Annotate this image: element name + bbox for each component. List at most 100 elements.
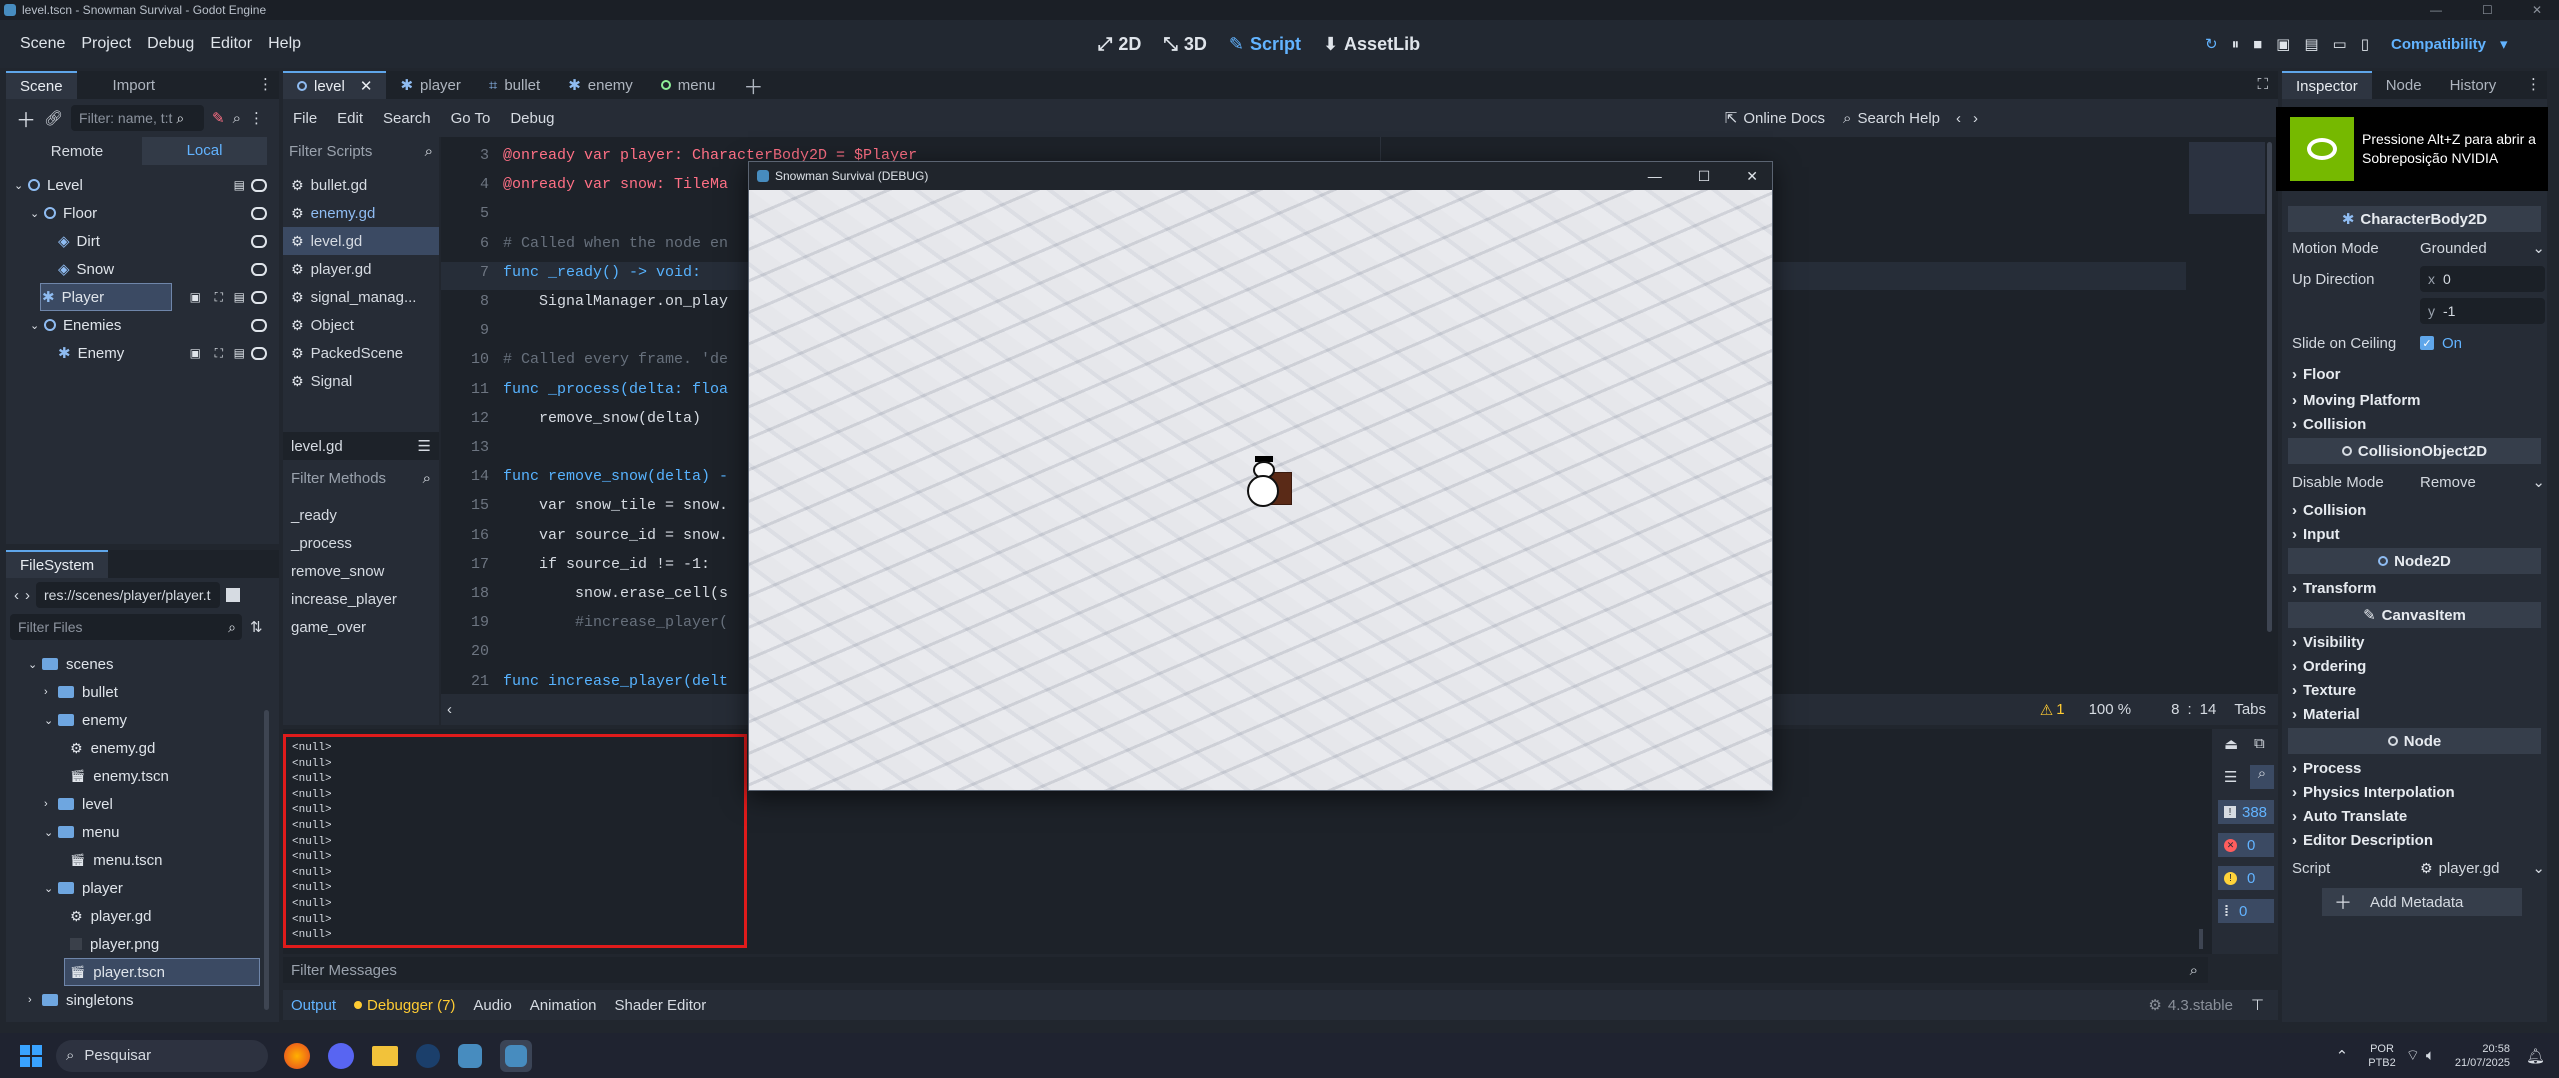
menu-help[interactable]: Help <box>260 35 309 53</box>
tray-chevron-up-icon[interactable]: ⌃ <box>2336 1047 2349 1065</box>
section-texture[interactable]: › Texture <box>2282 678 2547 702</box>
doc-item[interactable]: ⚙ PackedScene <box>283 339 439 367</box>
section-visibility[interactable]: › Visibility <box>2282 630 2547 654</box>
checkbox-checked[interactable]: ✓ <box>2420 336 2434 350</box>
tab-audio[interactable]: Audio <box>473 997 511 1014</box>
add-metadata-button[interactable]: ＋ Add Metadata <box>2322 888 2522 916</box>
filesystem-filter-input[interactable]: Filter Files ⌕ <box>10 614 242 640</box>
visibility-icon[interactable] <box>251 289 267 305</box>
file-player-png[interactable]: player.png <box>6 930 279 958</box>
godot-app-icon-active[interactable] <box>500 1039 532 1072</box>
keyboard-language[interactable]: POR PTB2 <box>2368 1042 2396 1070</box>
close-window-button[interactable]: ✕ <box>1746 168 1758 185</box>
section-editor-description[interactable]: › Editor Description <box>2282 828 2547 852</box>
tab-debugger[interactable]: Debugger (7) <box>367 997 455 1014</box>
scene-filter-input[interactable]: Filter: name, t:t ⌕ <box>71 105 205 131</box>
file-player-tscn[interactable]: 🎬︎ player.tscn <box>6 958 279 986</box>
windows-start-icon[interactable] <box>20 1044 42 1067</box>
online-docs-button[interactable]: Online Docs <box>1743 110 1825 127</box>
class-header[interactable]: Node <box>2288 728 2541 754</box>
class-header[interactable]: ✎ CanvasItem <box>2288 602 2541 628</box>
menu-editor[interactable]: Editor <box>202 35 260 53</box>
tab-level[interactable]: level ✕ <box>283 71 387 99</box>
tab-menu[interactable]: menu <box>647 71 730 99</box>
tree-node-player[interactable]: ✱ Player ▣ ⛶ ▤ <box>6 283 279 311</box>
link-icon[interactable]: 🔗︎ <box>44 109 63 127</box>
kebab-menu-icon[interactable]: ⋮ <box>249 109 264 127</box>
section-material[interactable]: › Material <box>2282 702 2547 726</box>
script-menu-search[interactable]: Search <box>383 110 431 127</box>
folder-enemy[interactable]: ⌄ enemy <box>6 706 279 734</box>
section-collision[interactable]: › Collision <box>2282 412 2547 436</box>
output-log[interactable]: <null> <null> <null> <null> <null> <null> <nul… <box>283 734 747 948</box>
section-transform[interactable]: › Transform <box>2282 576 2547 600</box>
pause-icon[interactable]: ⏸ <box>2232 36 2240 53</box>
code-scrollbar[interactable] <box>2267 142 2272 632</box>
add-tab-button[interactable]: ＋ <box>729 71 777 99</box>
script-item[interactable]: ⚙ player.gd <box>283 255 439 283</box>
add-node-icon[interactable]: ＋ <box>16 104 36 133</box>
section-moving-platform[interactable]: › Moving Platform <box>2282 388 2547 412</box>
close-window-button[interactable]: ✕ <box>2532 0 2542 20</box>
firefox-icon[interactable] <box>284 1042 310 1069</box>
motion-mode-select[interactable]: Grounded ⌄ <box>2420 239 2545 258</box>
tab-bullet[interactable]: ⌗ bullet <box>475 71 554 99</box>
filter-scripts-input[interactable]: Filter Scripts <box>289 143 372 160</box>
method-item[interactable]: _ready <box>283 501 397 529</box>
stop-icon[interactable]: ■ <box>2253 36 2262 53</box>
file-player-gd[interactable]: ⚙ player.gd <box>6 902 279 930</box>
menu-debug[interactable]: Debug <box>139 35 202 53</box>
disable-mode-select[interactable]: Remove ⌄ <box>2420 473 2545 492</box>
section-collision[interactable]: › Collision <box>2282 498 2547 522</box>
visibility-icon[interactable] <box>251 345 267 361</box>
discord-icon[interactable] <box>328 1042 354 1069</box>
tree-node-dirt[interactable]: ◈ Dirt <box>6 227 279 255</box>
visibility-icon[interactable] <box>251 205 267 221</box>
prev-script-icon[interactable]: ‹ <box>1956 110 1961 127</box>
folder-level[interactable]: › level <box>6 790 279 818</box>
section-process[interactable]: › Process <box>2282 756 2547 780</box>
next-script-icon[interactable]: › <box>1973 110 1978 127</box>
script-menu-file[interactable]: File <box>293 110 317 127</box>
visibility-icon[interactable] <box>251 177 267 193</box>
file-enemy-gd[interactable]: ⚙ enemy.gd <box>6 734 279 762</box>
tab-inspector[interactable]: Inspector <box>2282 71 2372 99</box>
reload-icon[interactable]: ↻ <box>2205 35 2218 53</box>
pin-bottom-panel-icon[interactable]: ⊤ <box>2251 996 2264 1014</box>
tab-enemy[interactable]: ✱ enemy <box>554 71 647 99</box>
remote-button[interactable]: Remote <box>12 143 142 160</box>
script-icon[interactable]: ▤ <box>234 290 245 304</box>
steam-icon[interactable] <box>416 1043 440 1068</box>
output-scrollbar[interactable] <box>2199 929 2203 949</box>
file-enemy-tscn[interactable]: 🎬︎ enemy.tscn <box>6 762 279 790</box>
script-menu-goto[interactable]: Go To <box>451 110 491 127</box>
error-filter-button[interactable]: ✕ 0 <box>2218 833 2274 857</box>
zoom-level[interactable]: 100 % <box>2089 701 2132 718</box>
kebab-menu-icon[interactable]: ⋮ <box>2526 75 2541 93</box>
filesystem-scrollbar[interactable] <box>264 710 269 1010</box>
open-in-editor-icon[interactable]: ⛶ <box>215 346 223 361</box>
remote-debug-icon[interactable]: ▣ <box>2276 35 2290 53</box>
tab-scene[interactable]: Scene <box>6 71 77 99</box>
warning-count[interactable]: 1 <box>2056 701 2064 718</box>
up-y-field[interactable]: y -1 <box>2420 298 2545 324</box>
sort-icon[interactable]: ☰ <box>418 437 431 455</box>
section-input[interactable]: › Input <box>2282 522 2547 546</box>
script-resource-picker[interactable]: ⚙ player.gd ⌄ <box>2420 859 2545 878</box>
tab-animation[interactable]: Animation <box>530 997 597 1014</box>
section-floor[interactable]: › Floor <box>2282 360 2547 388</box>
up-x-field[interactable]: x0 <box>2420 266 2545 292</box>
visibility-icon[interactable] <box>251 317 267 333</box>
taskbar-search[interactable]: ⌕ Pesquisar <box>56 1039 268 1072</box>
script-attach-icon[interactable]: ✎ <box>212 109 225 127</box>
class-header[interactable]: Node2D <box>2288 548 2541 574</box>
script-item[interactable]: ⚙ bullet.gd <box>283 171 439 199</box>
clock[interactable]: 20:58 21/07/2025 <box>2455 1042 2510 1070</box>
tree-node-level[interactable]: ⌄ Level ▤ <box>6 171 279 199</box>
godot-app-icon[interactable] <box>458 1043 482 1068</box>
movie-icon[interactable]: ▤ <box>2304 35 2318 53</box>
doc-item[interactable]: ⚙ Signal <box>283 367 439 395</box>
menu-project[interactable]: Project <box>73 35 139 53</box>
method-item[interactable]: increase_player <box>283 585 397 613</box>
doc-item[interactable]: ⚙ Object <box>283 311 439 339</box>
